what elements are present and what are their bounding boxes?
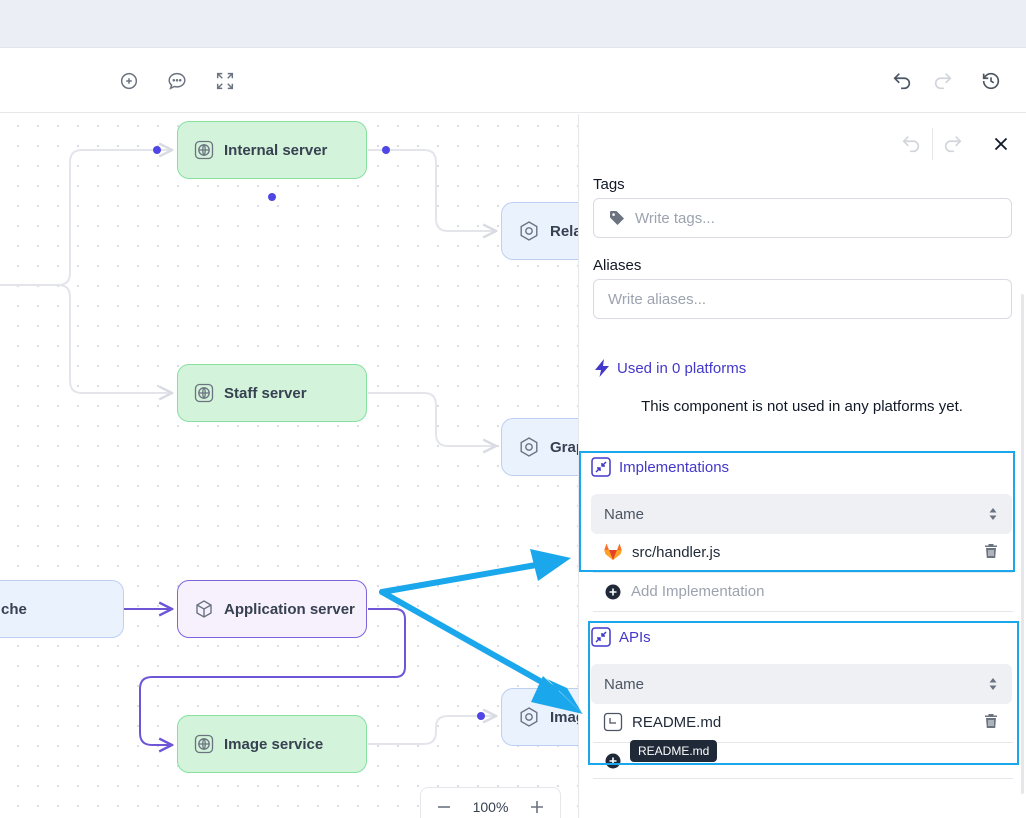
used-in-empty-text: This component is not used in any platfo… xyxy=(641,398,963,415)
plus-circle-icon xyxy=(605,753,621,769)
node-imag[interactable]: Imag xyxy=(501,688,578,746)
tag-icon xyxy=(608,209,626,227)
globe-icon xyxy=(194,140,214,160)
panel-scrollbar[interactable] xyxy=(1021,294,1024,794)
node-grap[interactable]: Grap xyxy=(501,418,578,476)
implementations-table-header[interactable]: Name xyxy=(591,494,1012,534)
implementations-title-label: Implementations xyxy=(619,458,730,476)
toolbar xyxy=(0,48,1026,113)
zoom-out-button[interactable] xyxy=(435,798,453,816)
aliases-label: Aliases xyxy=(593,257,642,274)
trash-icon[interactable] xyxy=(984,713,998,729)
trash-icon[interactable] xyxy=(984,543,998,559)
hexagon-icon xyxy=(518,220,540,242)
tooltip: README.md xyxy=(630,740,718,762)
used-in-label: Used in 0 platforms xyxy=(617,359,747,377)
add-circle-icon[interactable] xyxy=(116,68,142,94)
node-label: Application server xyxy=(224,600,355,618)
column-name-label: Name xyxy=(604,505,645,523)
add-implementation-label: Add Implementation xyxy=(631,583,765,600)
node-cache[interactable]: che xyxy=(0,580,124,638)
undo-icon[interactable] xyxy=(889,68,915,94)
node-label: Relat xyxy=(550,222,578,240)
apis-title[interactable]: APIs xyxy=(591,627,651,647)
globe-icon xyxy=(194,734,214,754)
sort-icon xyxy=(988,677,998,691)
api-name: README.md xyxy=(632,713,722,731)
window-top-strip xyxy=(0,0,1026,48)
hexagon-icon xyxy=(518,706,540,728)
collapse-icon xyxy=(591,627,611,647)
cube-icon xyxy=(194,599,214,619)
node-staff-server[interactable]: Staff server xyxy=(177,364,367,422)
zoom-control: 100% xyxy=(420,787,561,818)
connector-dot[interactable] xyxy=(382,146,390,154)
properties-panel: Tags Write tags... Aliases Write aliases… xyxy=(578,114,1026,818)
apis-table-header[interactable]: Name xyxy=(591,664,1012,704)
fullscreen-icon[interactable] xyxy=(212,68,238,94)
diagram-edges xyxy=(0,114,578,818)
node-label: Image service xyxy=(224,735,324,753)
plus-circle-icon xyxy=(605,584,621,600)
tags-input[interactable]: Write tags... xyxy=(593,198,1012,238)
section-divider xyxy=(593,611,1013,612)
node-label: che xyxy=(1,600,27,618)
add-implementation-button[interactable]: Add Implementation xyxy=(605,583,764,600)
diagram-canvas[interactable]: Internal server Staff server Application… xyxy=(0,114,578,818)
apis-title-label: APIs xyxy=(619,628,651,646)
history-icon[interactable] xyxy=(978,68,1004,94)
node-label: Imag xyxy=(550,708,578,726)
node-label: Staff server xyxy=(224,384,307,402)
add-api-button[interactable] xyxy=(605,753,631,769)
close-icon[interactable] xyxy=(989,132,1013,156)
bolt-icon xyxy=(593,358,611,378)
node-image-service[interactable]: Image service xyxy=(177,715,367,773)
connector-dot[interactable] xyxy=(153,146,161,154)
implementation-name: src/handler.js xyxy=(632,543,721,561)
table-row[interactable]: src/handler.js xyxy=(591,533,1012,571)
globe-icon xyxy=(194,383,214,403)
node-label: Internal server xyxy=(224,141,328,159)
zoom-in-button[interactable] xyxy=(528,798,546,816)
hexagon-icon xyxy=(518,436,540,458)
tags-label: Tags xyxy=(593,176,625,193)
connector-dot[interactable] xyxy=(477,712,485,720)
section-divider xyxy=(593,778,1013,779)
node-application-server[interactable]: Application server xyxy=(177,580,367,638)
used-in-platforms[interactable]: Used in 0 platforms xyxy=(593,358,746,378)
redo-icon[interactable] xyxy=(941,132,965,156)
node-relat[interactable]: Relat xyxy=(501,202,578,260)
zoom-level: 100% xyxy=(472,799,509,815)
aliases-placeholder: Write aliases... xyxy=(608,290,707,308)
node-label: Grap xyxy=(550,438,578,456)
comment-icon[interactable] xyxy=(164,68,190,94)
header-divider xyxy=(932,128,933,160)
gitlab-icon xyxy=(603,542,623,562)
undo-icon[interactable] xyxy=(899,132,923,156)
collapse-icon xyxy=(591,457,611,477)
aliases-input[interactable]: Write aliases... xyxy=(593,279,1012,319)
document-icon xyxy=(603,712,623,732)
redo-icon[interactable] xyxy=(930,68,956,94)
tags-placeholder: Write tags... xyxy=(635,209,715,227)
table-row[interactable]: README.md xyxy=(591,703,1012,741)
sort-icon xyxy=(988,507,998,521)
row-divider xyxy=(593,572,1013,573)
node-internal-server[interactable]: Internal server xyxy=(177,121,367,179)
column-name-label: Name xyxy=(604,675,645,693)
connector-dot[interactable] xyxy=(268,193,276,201)
implementations-title[interactable]: Implementations xyxy=(591,457,729,477)
